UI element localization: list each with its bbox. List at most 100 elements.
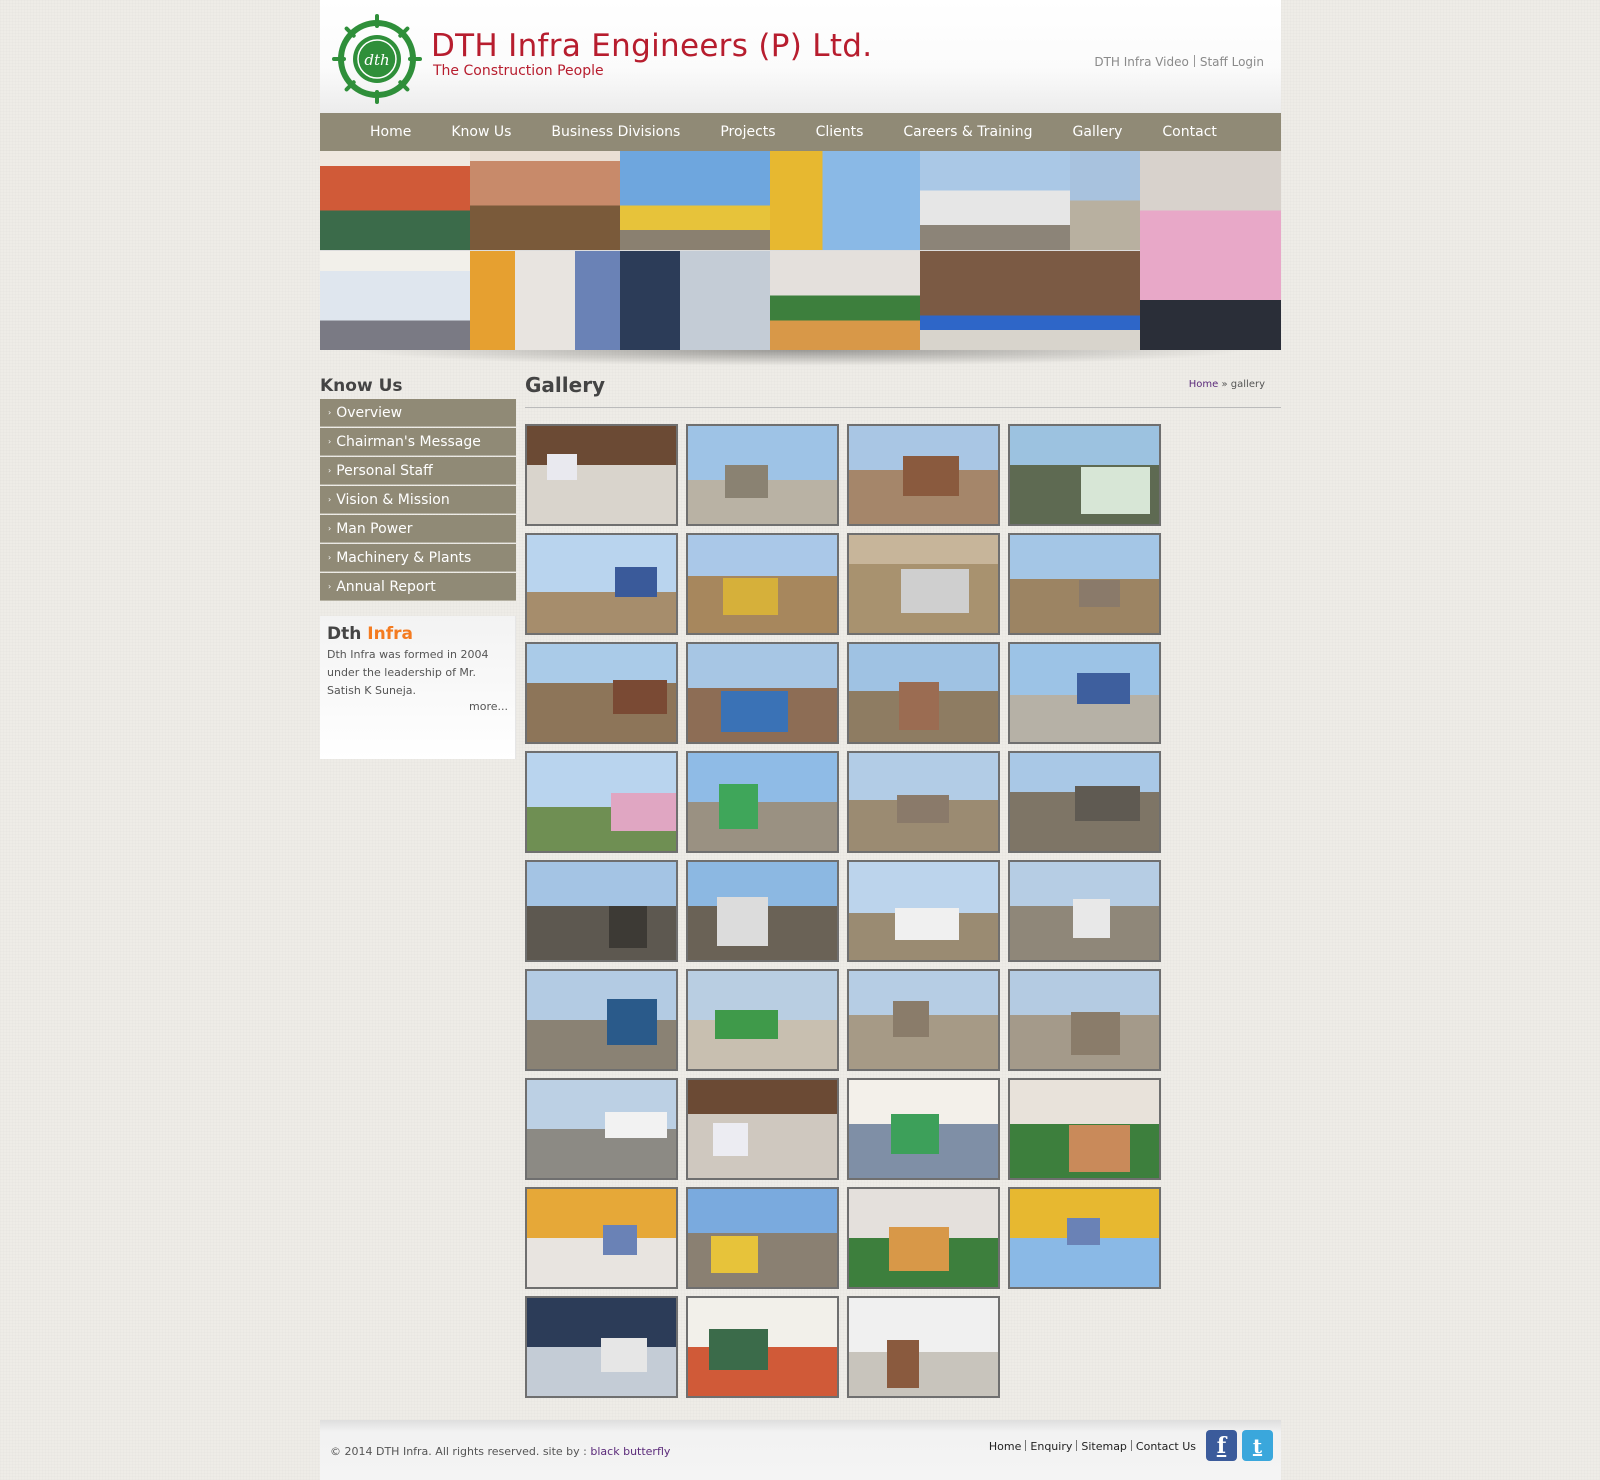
gallery-thumbnail[interactable] (847, 1078, 1000, 1180)
gallery-thumbnail[interactable] (525, 751, 678, 853)
staff-login-link[interactable]: Staff Login (1200, 55, 1264, 69)
gallery-thumbnail[interactable] (847, 969, 1000, 1071)
nav-gallery[interactable]: Gallery (1073, 124, 1123, 140)
arrow-right-icon: › (328, 553, 332, 562)
gallery-thumbnail[interactable] (1008, 969, 1161, 1071)
nav-clients[interactable]: Clients (816, 124, 864, 140)
gallery-thumbnail[interactable] (1008, 1187, 1161, 1289)
thumbnail-subject (903, 456, 959, 496)
thumbnail-subject (1079, 580, 1120, 607)
thumbnail-ground (688, 802, 837, 851)
arrow-right-icon: › (328, 582, 332, 591)
divider (1193, 55, 1195, 67)
sidebar-item-chairmans-message[interactable]: › Chairman's Message (320, 428, 516, 456)
sidebar-item-vision-mission[interactable]: › Vision & Mission (320, 486, 516, 514)
sidebar-item-label: Vision & Mission (336, 491, 450, 508)
sidebar-item-label: Machinery & Plants (336, 549, 472, 566)
thumbnail-subject (725, 465, 768, 498)
credit-link[interactable]: black butterfly (590, 1445, 670, 1458)
thumbnail-sky (849, 862, 998, 913)
nav-home[interactable]: Home (370, 124, 411, 140)
thumbnail-ground (527, 591, 676, 633)
divider (1076, 1440, 1078, 1451)
gallery-thumbnail[interactable] (847, 642, 1000, 744)
gallery-thumbnail[interactable] (686, 533, 839, 635)
more-link[interactable]: more... (469, 700, 508, 713)
gallery-thumbnail[interactable] (686, 642, 839, 744)
thumbnail-ground (688, 1114, 837, 1178)
thumbnail-ground (849, 1351, 998, 1396)
gallery-thumbnail[interactable] (847, 751, 1000, 853)
sidebar-item-machinery-plants[interactable]: › Machinery & Plants (320, 544, 516, 572)
thumbnail-subject (897, 795, 949, 823)
banner-photo-man-phone (1140, 151, 1281, 350)
sidebar-item-personal-staff[interactable]: › Personal Staff (320, 457, 516, 485)
thumbnail-subject (1071, 1012, 1120, 1055)
thumbnail-subject (715, 1010, 778, 1039)
company-logo-wheel-icon[interactable]: dth (332, 14, 422, 104)
thumbnail-subject (709, 1329, 768, 1370)
gallery-thumbnail[interactable] (686, 424, 839, 526)
video-link[interactable]: DTH Infra Video (1094, 55, 1189, 69)
gallery-thumbnail[interactable] (686, 1187, 839, 1289)
nav-business-divisions[interactable]: Business Divisions (551, 124, 680, 140)
nav-careers-training[interactable]: Careers & Training (903, 124, 1032, 140)
sidebar-item-label: Annual Report (336, 578, 436, 595)
thumbnail-sky (1010, 535, 1159, 580)
gallery-thumbnail[interactable] (1008, 1078, 1161, 1180)
gallery-thumbnail[interactable] (1008, 533, 1161, 635)
gallery-thumbnail[interactable] (525, 642, 678, 744)
thumbnail-subject (887, 1340, 919, 1388)
thumbnail-subject (901, 569, 969, 613)
sidebar-item-overview[interactable]: › Overview (320, 399, 516, 427)
gallery-thumbnail[interactable] (1008, 424, 1161, 526)
thumbnail-sky (688, 1189, 837, 1234)
thumbnail-sky (527, 862, 676, 907)
twitter-icon[interactable]: t (1242, 1430, 1273, 1461)
nav-projects[interactable]: Projects (720, 124, 775, 140)
nav-contact[interactable]: Contact (1162, 124, 1216, 140)
gallery-thumbnail[interactable] (1008, 751, 1161, 853)
gallery-thumbnail[interactable] (525, 969, 678, 1071)
thumbnail-sky (1010, 971, 1159, 1016)
nav-know-us[interactable]: Know Us (451, 124, 511, 140)
sidebar-item-annual-report[interactable]: › Annual Report (320, 573, 516, 601)
gallery-thumbnail[interactable] (525, 1187, 678, 1289)
thumbnail-subject (601, 1338, 647, 1372)
gallery-thumbnail[interactable] (686, 1078, 839, 1180)
gallery-thumbnail[interactable] (847, 1187, 1000, 1289)
thumbnail-subject (711, 1236, 758, 1273)
breadcrumb-home[interactable]: Home (1189, 379, 1219, 390)
gallery-thumbnail[interactable] (686, 969, 839, 1071)
gallery-thumbnail[interactable] (525, 1078, 678, 1180)
banner-photo-sand (1070, 151, 1140, 250)
gallery-thumbnail[interactable] (525, 533, 678, 635)
sidebar-item-man-power[interactable]: › Man Power (320, 515, 516, 543)
gallery-thumbnail[interactable] (847, 860, 1000, 962)
gallery-thumbnail[interactable] (847, 533, 1000, 635)
gallery-thumbnail[interactable] (525, 424, 678, 526)
thumbnail-subject (891, 1114, 939, 1154)
gallery-thumbnail[interactable] (1008, 860, 1161, 962)
gallery-thumbnail[interactable] (1008, 642, 1161, 744)
gallery-thumbnail[interactable] (847, 1296, 1000, 1398)
site-header: dth DTH Infra Engineers (P) Ltd. The Con… (320, 0, 1281, 113)
thumbnail-ground (527, 906, 676, 960)
thumbnail-subject (1067, 1218, 1100, 1245)
footer-link-sitemap[interactable]: Sitemap (1081, 1440, 1127, 1453)
footer-link-enquiry[interactable]: Enquiry (1030, 1440, 1072, 1453)
gallery-thumbnail[interactable] (525, 1296, 678, 1398)
facebook-icon[interactable]: f (1206, 1430, 1237, 1461)
banner-photo-handshake (470, 251, 620, 350)
gallery-thumbnail[interactable] (686, 751, 839, 853)
gallery-thumbnail[interactable] (686, 860, 839, 962)
banner-photo-office-sign (920, 251, 1140, 350)
gallery-thumbnail[interactable] (525, 860, 678, 962)
gallery-thumbnail[interactable] (686, 1296, 839, 1398)
gallery-thumbnail[interactable] (847, 424, 1000, 526)
footer-link-contact-us[interactable]: Contact Us (1136, 1440, 1196, 1453)
banner-photo-plant-worker (770, 151, 920, 250)
thumbnail-subject (609, 906, 647, 948)
footer-link-home[interactable]: Home (989, 1440, 1021, 1453)
thumbnail-ground (527, 1238, 676, 1287)
